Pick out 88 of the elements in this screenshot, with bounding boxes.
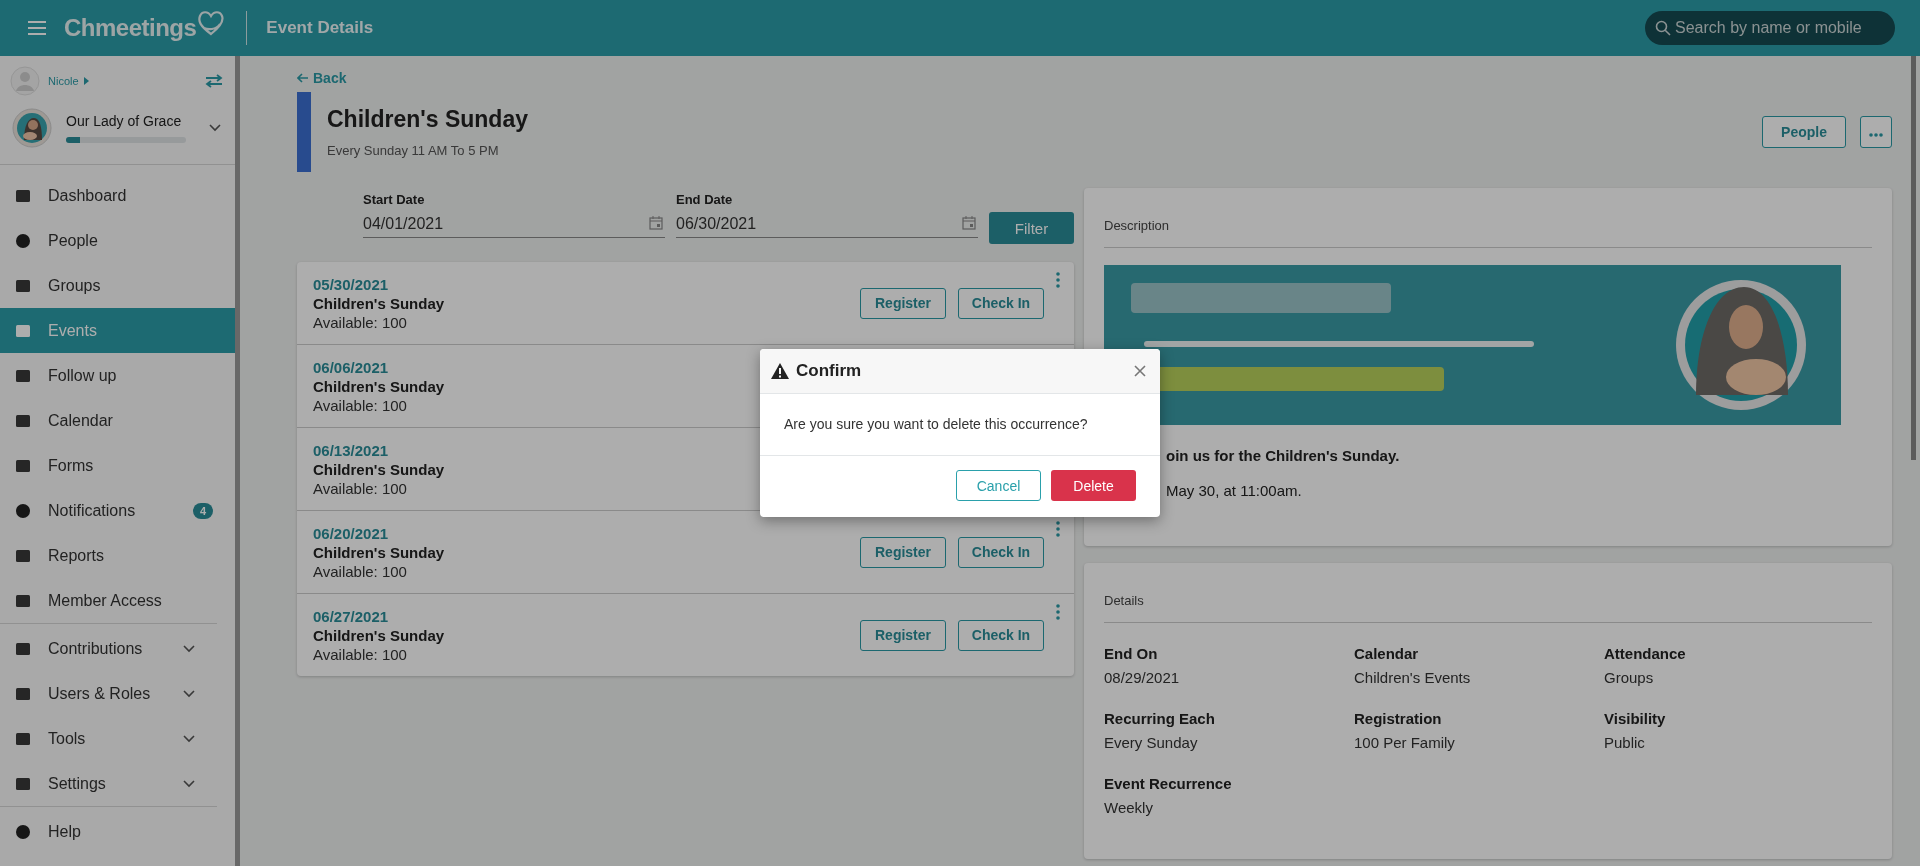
dialog-title: Confirm [796, 361, 862, 381]
detail-label: End On [1104, 645, 1159, 662]
search-icon [1655, 20, 1671, 36]
nav-item[interactable]: Groups [0, 263, 235, 308]
occurrence-name: Children's Sunday [313, 543, 445, 561]
nav-item[interactable]: Notifications 4 [0, 488, 235, 533]
logo-text[interactable]: Chmeetings [64, 14, 197, 42]
detail-value: 08/29/2021 [1104, 669, 1181, 686]
nav-item[interactable]: Member Access [0, 578, 235, 623]
detail-label: Visibility [1604, 710, 1667, 727]
page-title: Event Details [266, 18, 374, 38]
scrollbar-thumb[interactable] [1910, 56, 1916, 460]
user-name[interactable]: Nicole [48, 75, 79, 87]
search-field[interactable]: Search by name or mobile [1645, 11, 1895, 45]
delete-button[interactable]: Delete [1051, 470, 1136, 501]
warning-icon [770, 362, 790, 380]
register-button[interactable]: Register [860, 536, 946, 568]
people-button[interactable]: People [1762, 116, 1846, 148]
back-link[interactable]: Back [297, 70, 347, 86]
date-field[interactable]: 06/30/2021 [676, 211, 978, 238]
date-field[interactable]: 04/01/2021 [363, 211, 665, 238]
church-name[interactable]: Our Lady of Grace [66, 113, 195, 129]
register-button[interactable]: Register [860, 287, 946, 319]
detail-label: Recurring Each [1104, 710, 1216, 727]
nav-item[interactable]: Follow up [0, 353, 235, 398]
kebab-menu-icon[interactable] [1056, 521, 1060, 537]
chevron-down-icon[interactable] [209, 124, 221, 132]
kebab-menu-icon[interactable] [1056, 272, 1060, 288]
occurrence-date[interactable]: 05/30/2021 [313, 275, 389, 293]
nav-item[interactable]: Users & Roles [0, 671, 235, 716]
occurrence-name: Children's Sunday [313, 626, 445, 644]
occurrence-name: Children's Sunday [313, 377, 445, 395]
register-button[interactable]: Register [860, 619, 946, 651]
nav-item[interactable]: Forms [0, 443, 235, 488]
dialog-message: Are you sure you want to delete this occurrence? [784, 416, 1088, 432]
detail-value: 100 Per Family [1354, 734, 1456, 751]
more-button[interactable] [1860, 116, 1892, 148]
check-in-button[interactable]: Check In [958, 619, 1044, 651]
description-text: May 30, at 11:00am. [1166, 482, 1303, 499]
detail-label: Attendance [1604, 645, 1687, 662]
nav-item[interactable]: Calendar [0, 398, 235, 443]
cancel-button[interactable]: Cancel [956, 470, 1041, 501]
kebab-menu-icon[interactable] [1056, 604, 1060, 620]
filter-button[interactable]: Filter [989, 212, 1074, 244]
description-text: oin us for the Children's Sunday. [1166, 447, 1401, 464]
occurrence-name: Children's Sunday [313, 460, 445, 478]
availability-text: Available: 100 [313, 562, 407, 580]
nav-item[interactable]: People [0, 218, 235, 263]
detail-label: Event Recurrence [1104, 775, 1233, 792]
event-schedule: Every Sunday 11 AM To 5 PM [327, 143, 500, 158]
availability-text: Available: 100 [313, 396, 407, 414]
card-heading: Description [1104, 218, 1872, 248]
menu-icon[interactable] [28, 21, 46, 35]
availability-text: Available: 100 [313, 479, 407, 497]
detail-value: Weekly [1104, 799, 1154, 816]
check-in-button[interactable]: Check In [958, 287, 1044, 319]
nav-item[interactable]: Tools [0, 716, 235, 761]
heart-logo-icon [196, 10, 227, 36]
detail-value: Children's Events [1354, 669, 1472, 686]
nav-item[interactable]: Dashboard [0, 173, 235, 218]
nav-item[interactable]: Events [0, 308, 235, 353]
nav-item[interactable]: Settings [0, 761, 235, 806]
date-label: Start Date [363, 192, 426, 207]
detail-label: Calendar [1354, 645, 1420, 662]
detail-value: Public [1604, 734, 1646, 751]
check-in-button[interactable]: Check In [958, 536, 1044, 568]
close-icon[interactable] [1134, 365, 1146, 377]
occurrence-date[interactable]: 06/20/2021 [313, 524, 389, 542]
occurrence-date[interactable]: 06/13/2021 [313, 441, 389, 459]
detail-label: Registration [1354, 710, 1443, 727]
date-label: End Date [676, 192, 734, 207]
availability-text: Available: 100 [313, 645, 407, 663]
card-heading: Details [1104, 593, 1872, 623]
occurrence-date[interactable]: 06/27/2021 [313, 607, 389, 625]
detail-value: Groups [1604, 669, 1655, 686]
nav-item[interactable]: Contributions [0, 626, 235, 671]
arrow-left-icon [297, 73, 309, 83]
occurrence-name: Children's Sunday [313, 294, 445, 312]
occurrence-date[interactable]: 06/06/2021 [313, 358, 389, 376]
event-title: Children's Sunday [327, 106, 528, 133]
detail-value: Every Sunday [1104, 734, 1199, 751]
caret-icon [83, 77, 89, 85]
availability-text: Available: 100 [313, 313, 407, 331]
count-badge: 4 [192, 502, 213, 519]
nav-item[interactable]: Help [0, 809, 235, 854]
nav-item[interactable]: Reports [0, 533, 235, 578]
swap-icon[interactable] [205, 74, 223, 88]
ellipsis-icon [1869, 133, 1883, 137]
